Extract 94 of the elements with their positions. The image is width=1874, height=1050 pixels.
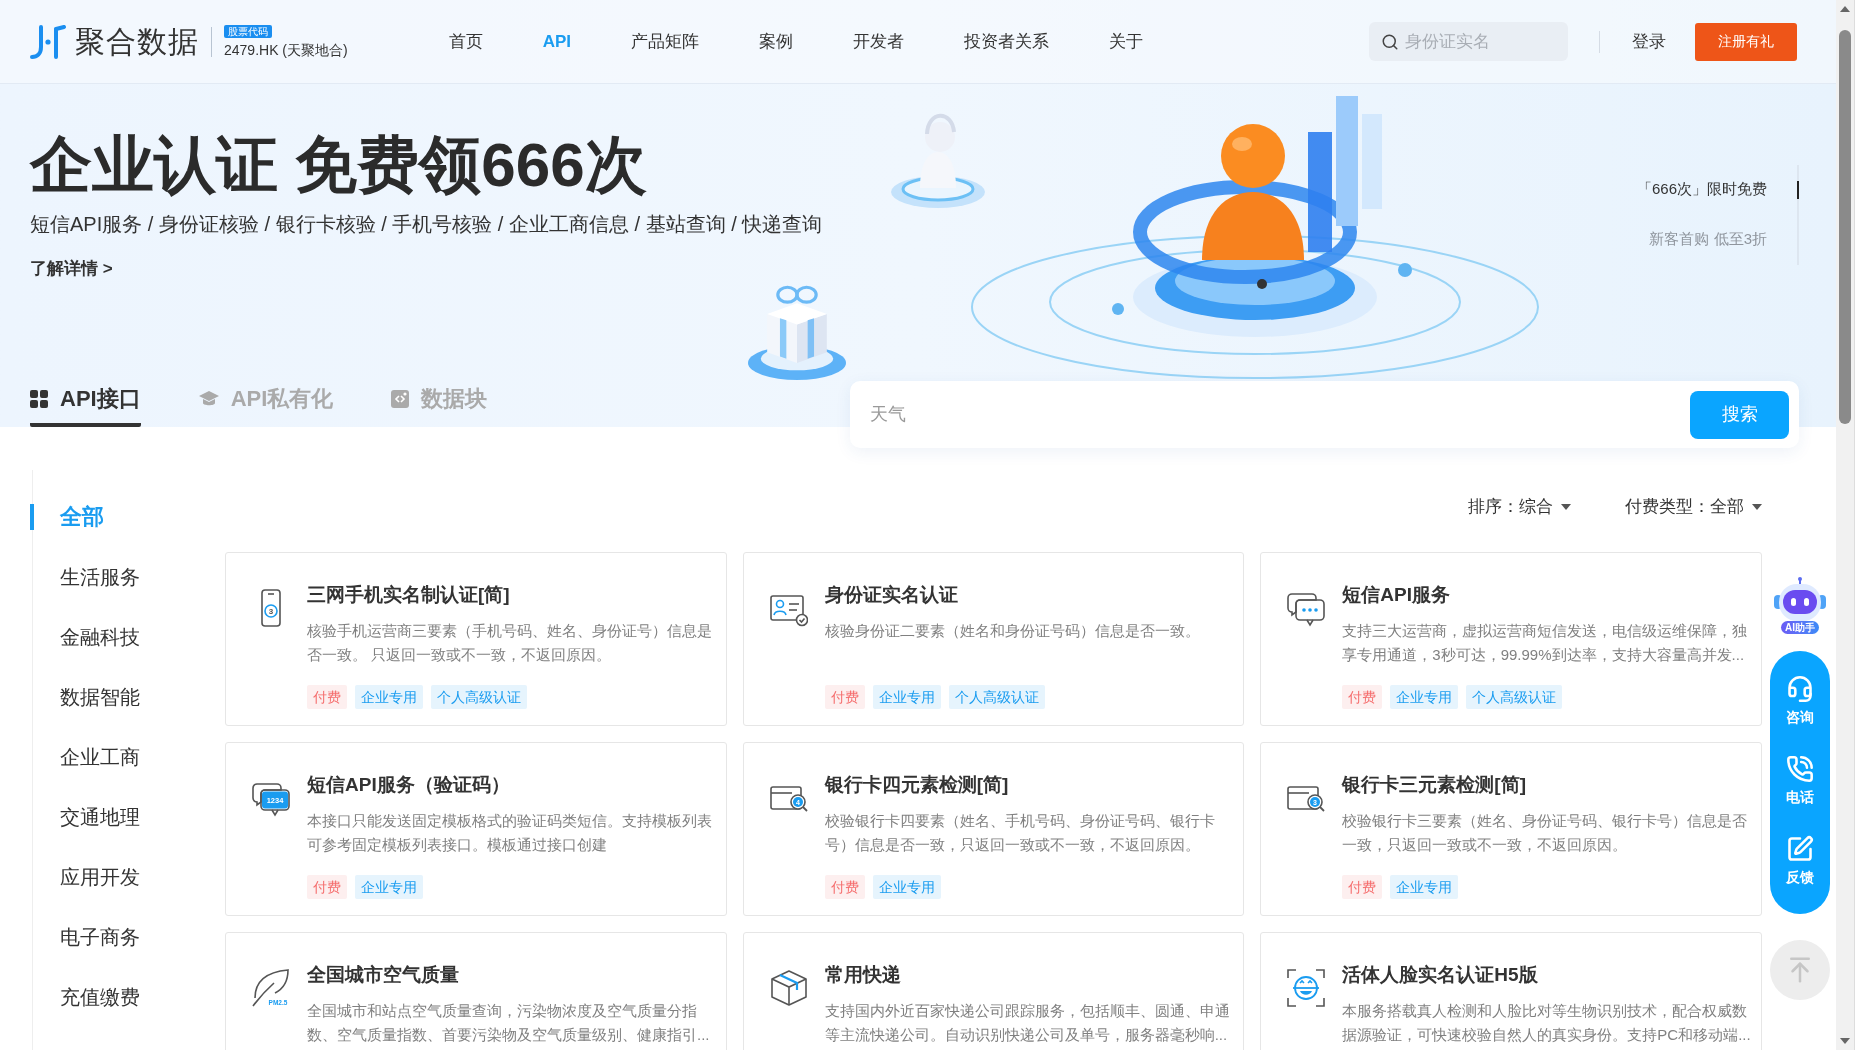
category-item[interactable]: 应用开发 [30, 864, 140, 890]
category-item[interactable]: 交通地理 [30, 804, 140, 830]
bank-card-icon [769, 786, 802, 810]
scrollbar-thumb[interactable] [1839, 30, 1851, 424]
edit-icon [1786, 835, 1814, 863]
card-description: 校验银行卡四要素（姓名、手机号码、身份证号码、银行卡号）信息是否一致，只返回一致或不一致，不返回原因。 [824, 811, 1216, 855]
leaf-icon [252, 969, 289, 1007]
code-badge [262, 791, 288, 809]
feature-tag: 企业专用 [872, 875, 941, 899]
search-icon [1381, 32, 1399, 51]
card-title: 全国城市空气质量 [307, 963, 459, 987]
card-title: 身份证实名认证 [824, 583, 958, 607]
nav-link[interactable]: 关于 [1109, 29, 1144, 54]
card-title: 短信API服务 [1342, 583, 1450, 607]
feature-tag: 个人高级认证 [431, 685, 527, 709]
card-description: 核验手机运营商三要素（手机号码、姓名、身份证号）信息是否一致。 只返回一致或不一致，不返回原因。 [307, 621, 713, 665]
robot-icon[interactable] [1774, 577, 1826, 621]
category-item[interactable]: 数据智能 [30, 684, 140, 710]
fee-tag: 付费 [1342, 685, 1383, 709]
hero-title: 企业认证 免费领666次 [30, 134, 647, 196]
caret-down-icon [1561, 504, 1571, 510]
filter-dropdown[interactable]: 排序：综合 [1468, 495, 1571, 519]
bank-card-icon [1287, 786, 1320, 810]
graduation-cap-icon [198, 391, 219, 407]
card-description: 校验银行卡三要素（姓名、身份证号码、银行卡号）信息是否一致，只返回一致或不一致，不返回原因。 [1342, 811, 1749, 855]
magnifier-icon [789, 794, 808, 812]
login-link[interactable]: 登录 [1632, 29, 1666, 54]
filter-dropdown[interactable]: 付费类型：全部 [1625, 495, 1762, 519]
nav-link[interactable]: 产品矩阵 [631, 29, 700, 54]
learn-more-link[interactable]: 了解详情 > [30, 257, 113, 281]
tab[interactable]: API接口 [30, 384, 141, 427]
feature-tag: 企业专用 [355, 685, 423, 709]
data-block-icon [391, 390, 410, 408]
face-scan-icon [1287, 969, 1326, 1007]
api-card[interactable]: 活体人脸实名认证H5版 本服务搭载真人检测和人脸比对等生物识别技术，配合权威数据源验证，可快速校验自然人的真实身份。支持PC和移动端... [1260, 932, 1762, 1050]
card-description: 全国城市和站点空气质量查询，污染物浓度及空气质量分指数、空气质量指数、首要污染物及空气质量级别、健康指引... [307, 1001, 711, 1045]
phone-icon [261, 589, 281, 627]
feature-tag: 个人高级认证 [948, 685, 1045, 709]
card-title: 常用快递 [824, 963, 901, 987]
category-item[interactable]: 金融科技 [30, 624, 140, 650]
magnifier-icon [1307, 794, 1326, 812]
category-item[interactable]: 充值缴费 [30, 984, 140, 1010]
card-description: 本服务搭载真人检测和人脸比对等生物识别技术，配合权威数据源验证，可快速校验自然人的真实身份。支持PC和移动端... [1342, 1001, 1752, 1045]
card-title: 三网手机实名制认证[简] [307, 583, 510, 607]
category-item[interactable]: 生活服务 [30, 564, 140, 590]
api-card[interactable]: 常用快递 支持国内外近百家快递公司跟踪服务，包括顺丰、圆通、申通等主流快递公司。自动识别快递公司及单号，服务器毫秒响... [742, 932, 1245, 1050]
stock-badge: 股票代码 [224, 24, 272, 38]
card-title: 活体人脸实名认证H5版 [1342, 963, 1538, 987]
chat-bubbles-icon [252, 783, 290, 817]
search-box[interactable]: 身份证实名 [1369, 22, 1568, 61]
grid-icon [30, 390, 48, 408]
feature-tag: 个人高级认证 [1466, 685, 1563, 709]
card-description: 本接口只能发送固定模板格式的验证码类短信。支持模板列表可参考固定模板列表接口。模板通过接口创建 [307, 811, 713, 855]
phone-icon [1786, 755, 1814, 783]
card-title: 银行卡三元素检测[简] [1342, 773, 1526, 797]
headset-icon [1786, 675, 1814, 703]
category-item[interactable]: 企业工商 [30, 744, 140, 770]
category-item[interactable]: 电子商务 [30, 924, 140, 950]
search-field[interactable]: 天气 [870, 394, 1690, 435]
caret-down-icon [1752, 504, 1762, 510]
caret-up-icon[interactable] [1840, 6, 1850, 12]
fee-tag: 付费 [307, 685, 347, 709]
feature-tag: 企业专用 [355, 875, 423, 899]
stock-code: 2479.HK (天聚地合) [224, 41, 348, 59]
api-card[interactable]: 身份证实名认证 核验身份证二要素（姓名和身份证号码）信息是否一致。 付费 企业专用 个人高级认证 [742, 552, 1245, 726]
caret-down-icon[interactable] [1840, 1038, 1850, 1044]
api-card[interactable]: 3 三网手机实名制认证[简] 核验手机运营商三要素（手机号码、姓名、身份证号）信息是否一致。 只返回一致或不一致，不返回原因。 付费 企业专用 个人高级认证 [225, 552, 727, 726]
card-description: 支持国内外近百家快递公司跟踪服务，包括顺丰、圆通、申通等主流快递公司。自动识别快递公司及单号，服务器毫秒响... [824, 1001, 1231, 1045]
promo-subtitle: 新客首购 低至3折 [1649, 229, 1767, 249]
promo-title: 「666次」限时免费 [1636, 179, 1767, 199]
feature-tag: 企业专用 [1390, 685, 1459, 709]
hero-subtitle: 短信API服务 / 身份证核验 / 银行卡核验 / 手机号核验 / 企业工商信息 / 基站查询 / 快递查询 [30, 212, 823, 237]
card-description: 核验身份证二要素（姓名和身份证号码）信息是否一致。 [824, 621, 1201, 641]
api-card[interactable]: 短信API服务 支持三大运营商，虚拟运营商短信发送，电信级运维保障，独享专用通道，3秒可达，99.99%到达率，支持大容量高并发... 付费 企业专用 个人高级认证 [1260, 552, 1762, 726]
feature-tag: 企业专用 [872, 685, 941, 709]
card-description: 支持三大运营商，虚拟运营商短信发送，电信级运维保障，独享专用通道，3秒可达，99.99%到达率，支持大容量高并发... [1342, 621, 1749, 665]
package-icon [769, 969, 808, 1007]
search-input[interactable]: 身份证实名 [1405, 28, 1565, 55]
icon-label: 3 [268, 607, 274, 616]
feature-tag: 企业专用 [1390, 875, 1459, 899]
fee-tag: 付费 [824, 685, 865, 709]
logo-icon [30, 24, 66, 59]
register-button[interactable]: 注册有礼 [1695, 22, 1797, 61]
ai-assistant-badge: AI助手 [1781, 621, 1819, 634]
nav-link[interactable]: 投资者关系 [964, 29, 1050, 54]
card-title: 银行卡四元素检测[简] [824, 773, 1009, 797]
nav-link[interactable]: 开发者 [853, 29, 905, 54]
logo-text: 聚合数据 [75, 24, 199, 59]
nav-link[interactable]: 案例 [759, 29, 794, 54]
fee-tag: 付费 [824, 875, 865, 899]
fee-tag: 付费 [307, 875, 347, 899]
fee-tag: 付费 [1342, 875, 1383, 899]
nav-link[interactable]: 首页 [448, 29, 483, 54]
card-title: 短信API服务（验证码） [307, 773, 510, 797]
